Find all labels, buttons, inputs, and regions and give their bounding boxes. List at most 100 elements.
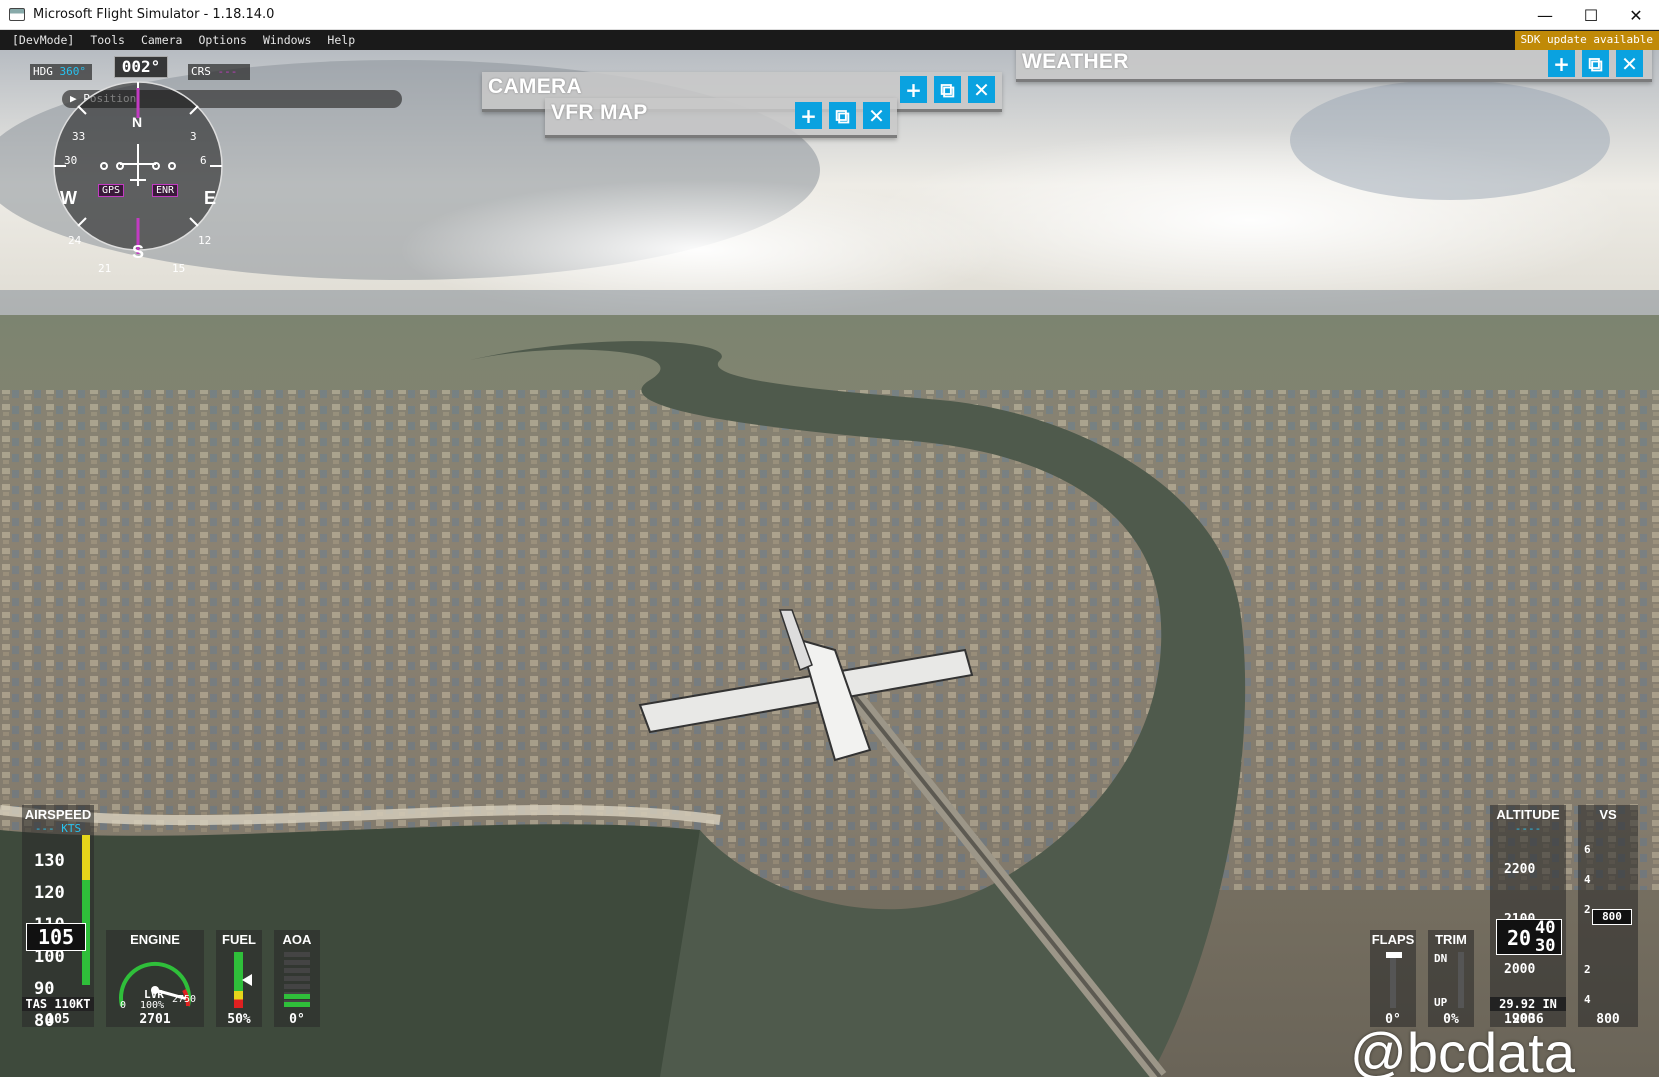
devmode-menu-bar: [DevMode] Tools Camera Options Windows H…	[0, 30, 1659, 50]
weather-panel-title: WEATHER	[1022, 50, 1129, 73]
vfr-map-popout-button[interactable]: ⧉	[829, 102, 856, 129]
airspeed-tas: TAS 110KT	[22, 997, 94, 1011]
crs-label: CRS	[191, 65, 211, 78]
vfr-map-close-button[interactable]: ✕	[863, 102, 890, 129]
app-icon	[9, 8, 25, 21]
popout-icon: ⧉	[1588, 51, 1603, 76]
altitude-units: ----	[1514, 822, 1542, 835]
altitude-tens-bottom: 30	[1535, 936, 1556, 956]
heading-readout: 002°	[114, 56, 168, 78]
sdk-update-notice[interactable]: SDK update available	[1514, 31, 1659, 50]
flight-view[interactable]: CAMERA + ⧉ ✕ VFR MAP + ⧉ ✕ WEATHER + ⧉ ✕…	[0, 50, 1659, 1077]
weather-popout-button[interactable]: ⧉	[1582, 50, 1609, 77]
engine-footer: 2701	[139, 1012, 171, 1027]
plus-icon: +	[800, 103, 817, 128]
trim-title: TRIM	[1435, 932, 1467, 947]
aoa-footer: 0°	[289, 1012, 305, 1027]
flaps-indicator: FLAPS 0°	[1370, 930, 1416, 1027]
weather-panel[interactable]: WEATHER + ⧉ ✕	[1016, 50, 1652, 82]
vfr-map-panel-title: VFR MAP	[551, 101, 648, 124]
flaps-pointer	[1386, 952, 1402, 958]
engine-pct: 100%	[140, 1000, 165, 1011]
altitude-current: 20 40 30	[1496, 918, 1562, 956]
vs-tick-2-up: 2	[1584, 903, 1591, 916]
menu-windows[interactable]: Windows	[255, 33, 319, 47]
altitude-baro[interactable]: 29.92 IN	[1490, 997, 1566, 1011]
airspeed-units: --- KTS	[34, 822, 82, 835]
camera-popout-button[interactable]: ⧉	[934, 76, 961, 103]
plus-icon: +	[1553, 51, 1570, 76]
compass-tick-30: 30	[64, 154, 78, 167]
altitude-hundreds: 20	[1507, 926, 1532, 950]
altitude-title: ALTITUDE	[1496, 807, 1560, 822]
fuel-gauge: FUEL 50%	[216, 930, 262, 1027]
camera-add-button[interactable]: +	[900, 76, 927, 103]
heading-indicator: HDG 360° 002° CRS --- ▶ Position	[28, 54, 408, 275]
vs-tick-4-down: 4	[1584, 993, 1591, 1006]
vs-tick-2-down: 2	[1584, 963, 1591, 976]
compass-tick-33: 33	[72, 130, 86, 143]
close-icon: ✕	[1621, 51, 1638, 76]
vs-tick-6-up: 6	[1584, 843, 1591, 856]
vfr-map-panel[interactable]: VFR MAP + ⧉ ✕	[545, 98, 897, 138]
menu-help[interactable]: Help	[319, 33, 363, 47]
crs-value: ---	[217, 65, 238, 78]
minimize-button[interactable]: —	[1522, 0, 1568, 30]
fuel-title: FUEL	[222, 932, 256, 947]
menu-tools[interactable]: Tools	[82, 33, 133, 47]
vs-current: 800	[1592, 909, 1632, 925]
aoa-fill	[284, 994, 310, 1008]
flaps-title: FLAPS	[1371, 932, 1415, 947]
altitude-indicator: ALTITUDE ---- 2200 2100 2000 1900 20 40 …	[1490, 805, 1566, 1027]
airspeed-tick-120: 120	[34, 883, 65, 903]
engine-gauge: ENGINE 0 LVR 100% 2750 2701	[106, 930, 204, 1027]
airspeed-footer: 105	[46, 1012, 70, 1027]
compass-tick-3: 3	[190, 130, 197, 143]
vs-footer: 800	[1596, 1012, 1620, 1027]
vfr-map-add-button[interactable]: +	[795, 102, 822, 129]
aoa-title: AOA	[282, 932, 312, 947]
window-title: Microsoft Flight Simulator - 1.18.14.0	[33, 7, 275, 22]
watermark: @bcdata	[1350, 1021, 1575, 1077]
compass-tick-15: 15	[172, 262, 186, 275]
camera-panel-title: CAMERA	[488, 75, 582, 98]
engine-min: 0	[120, 1000, 127, 1011]
menu-devmode[interactable]: [DevMode]	[0, 33, 82, 47]
compass-n: N	[132, 114, 143, 130]
weather-add-button[interactable]: +	[1548, 50, 1575, 77]
gps-badge: GPS	[98, 184, 125, 197]
compass-tick-6: 6	[200, 154, 207, 167]
hdg-label: HDG	[33, 65, 53, 78]
menu-camera[interactable]: Camera	[133, 33, 191, 47]
flaps-track	[1390, 952, 1396, 1008]
trim-indicator: TRIM DN UP 0%	[1428, 930, 1474, 1027]
window-title-bar: Microsoft Flight Simulator - 1.18.14.0 —…	[0, 0, 1659, 30]
compass-s: S	[132, 242, 145, 262]
vertical-speed-indicator: VS 6 4 2 2 4 800 800	[1578, 805, 1638, 1027]
popout-icon: ⧉	[940, 77, 955, 102]
airspeed-title: AIRSPEED	[24, 807, 92, 822]
trim-track	[1458, 952, 1464, 1008]
trim-up: UP	[1434, 996, 1448, 1009]
airspeed-color-band	[82, 835, 90, 985]
airspeed-tick-130: 130	[34, 851, 65, 871]
camera-close-button[interactable]: ✕	[968, 76, 995, 103]
engine-title: ENGINE	[130, 932, 180, 947]
airspeed-current: 105	[26, 923, 86, 951]
fuel-pointer	[242, 974, 252, 986]
enr-badge: ENR	[152, 184, 179, 197]
plus-icon: +	[905, 77, 922, 102]
weather-close-button[interactable]: ✕	[1616, 50, 1643, 77]
aoa-gauge: AOA 0°	[274, 930, 320, 1027]
altitude-tens-top: 40	[1535, 918, 1556, 938]
popout-icon: ⧉	[835, 103, 850, 128]
close-window-button[interactable]: ✕	[1613, 0, 1659, 30]
compass-tick-21: 21	[98, 262, 112, 275]
menu-options[interactable]: Options	[190, 33, 254, 47]
trim-dn: DN	[1434, 952, 1448, 965]
maximize-button[interactable]: ☐	[1568, 0, 1614, 30]
compass-tick-24: 24	[68, 234, 82, 247]
compass-tick-12: 12	[198, 234, 212, 247]
vs-tick-4-up: 4	[1584, 873, 1591, 886]
close-icon: ✕	[973, 77, 990, 102]
